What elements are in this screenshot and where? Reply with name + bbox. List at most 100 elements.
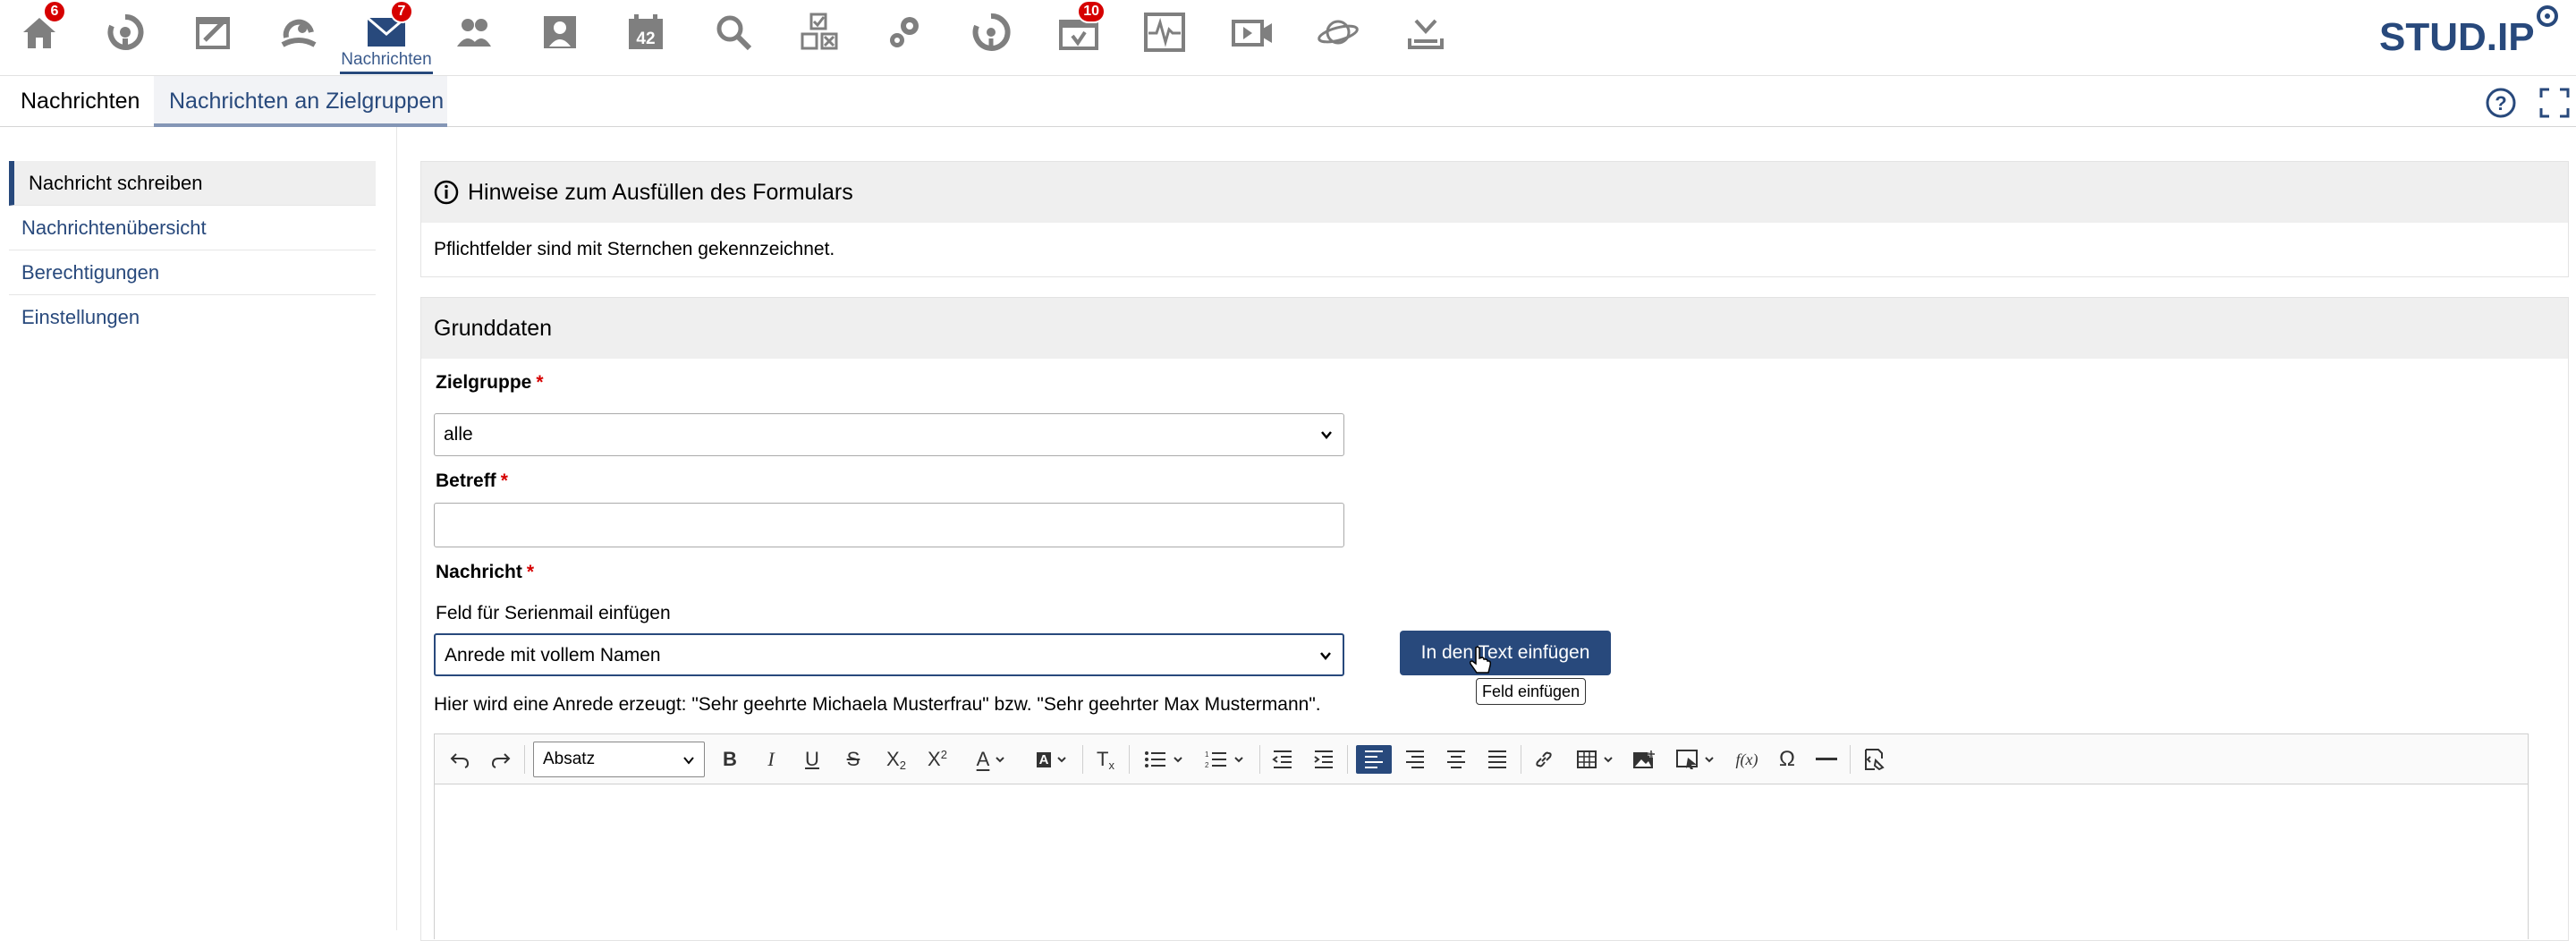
sidebar-item-write-message[interactable]: Nachricht schreiben [9,161,376,206]
profile-icon[interactable] [533,5,587,59]
format-select[interactable]: Absatz [533,742,705,777]
required-marker: * [536,372,544,393]
bulleted-list-icon[interactable] [1138,745,1190,774]
special-characters-icon[interactable]: Ω [1773,745,1801,774]
target-group-label-text: Zielgruppe [436,372,532,393]
formula-icon[interactable]: f(x) [1730,745,1764,774]
form-section-header: Grunddaten [421,298,2568,359]
calendar-icon[interactable]: 42 [619,5,673,59]
serial-field-label: Feld für Serienmail einfügen [436,603,671,623]
svg-text:2: 2 [1205,761,1209,769]
align-justify-icon[interactable] [1483,745,1512,774]
tasks-icon[interactable] [792,5,846,59]
insert-field-tooltip: Feld einfügen [1476,678,1587,705]
background-color-icon[interactable]: A [1030,745,1073,774]
hint-box-title: Hinweise zum Ausfüllen des Formulars [468,180,853,205]
sidebar-item-message-overview[interactable]: Nachrichtenübersicht [9,206,376,250]
support-icon[interactable] [964,5,1018,59]
editor-toolbar: Absatz B I U S X2 X2 A A Tx 12 f(x) Ω [435,734,2528,784]
horizontal-line-icon[interactable] [1812,745,1841,774]
subject-input[interactable] [434,503,1344,547]
chevron-down-icon [1321,431,1332,439]
redo-icon[interactable] [487,745,515,774]
target-group-select[interactable]: alle [434,413,1344,456]
italic-icon[interactable]: I [757,745,785,774]
link-icon[interactable] [1530,745,1558,774]
top-navigation: 6 7 Nachrichten 42 10 STUD.IP [0,0,2576,75]
sidebar-item-permissions[interactable]: Berechtigungen [9,250,376,295]
target-group-label: Zielgruppe * [436,372,544,394]
download-icon[interactable] [1399,5,1453,59]
source-code-icon[interactable] [1859,745,1891,774]
sidebar-item-settings[interactable]: Einstellungen [9,295,376,340]
toolbar-separator [524,745,525,774]
outdent-icon[interactable] [1268,745,1297,774]
chevron-down-icon [1320,652,1331,660]
tab-messages-target-groups[interactable]: Nachrichten an Zielgruppen [154,76,447,127]
home-badge: 6 [43,0,66,23]
insert-media-icon[interactable] [1669,745,1721,774]
tab-bar: Nachrichten Nachrichten an Zielgruppen ? [0,75,2576,127]
toolbar-separator [1082,745,1083,774]
undo-icon[interactable] [445,745,474,774]
hand-cursor-icon [1470,646,1492,674]
nav-active-label: Nachrichten [341,50,432,69]
serial-field-select[interactable]: Anrede mit vollem Namen [434,633,1344,676]
required-marker: * [500,470,508,491]
bold-icon[interactable]: B [716,745,744,774]
insert-image-icon[interactable] [1628,745,1660,774]
logo-text: STUD.IP [2379,15,2535,59]
serial-field-hint: Hier wird eine Anrede erzeugt: "Sehr gee… [434,694,1321,715]
remove-format-icon[interactable]: Tx [1091,745,1120,774]
required-marker: * [526,562,535,582]
insert-into-text-button[interactable]: In den Text einfügen [1400,631,1611,675]
nav-active-indicator [340,72,433,74]
superscript-icon[interactable]: X2 [921,745,953,774]
svg-text:42: 42 [636,30,655,48]
chevron-down-icon [683,757,694,765]
studip-logo[interactable]: STUD.IP [2379,5,2558,59]
toolbar-separator [1850,745,1851,774]
schedule-icon[interactable] [186,5,240,59]
message-label-text: Nachricht [436,562,522,582]
svg-text:?: ? [2495,92,2506,114]
toolbar-separator [1259,745,1260,774]
table-icon[interactable] [1571,745,1619,774]
courses-icon[interactable] [98,5,152,59]
form-section-title: Grunddaten [434,316,553,341]
serial-field-value: Anrede mit vollem Namen [445,645,661,665]
messages-badge: 7 [390,0,413,23]
numbered-list-icon[interactable]: 12 [1199,745,1250,774]
toolbar-separator [1129,745,1130,774]
font-color-icon[interactable]: A [970,745,1013,774]
editor-content-area[interactable] [435,784,2528,940]
contacts-icon[interactable] [447,5,501,59]
video-icon[interactable] [1225,5,1279,59]
fullscreen-icon[interactable] [2538,87,2571,119]
info-icon [434,180,459,205]
underline-icon[interactable]: U [798,745,826,774]
hint-box: Hinweise zum Ausfüllen des Formulars Pfl… [420,161,2569,277]
tools-badge: 10 [1077,0,1106,23]
home-icon[interactable]: 6 [13,0,66,59]
planet-icon[interactable] [1311,5,1365,59]
activity-icon[interactable] [1138,5,1191,59]
indent-icon[interactable] [1309,745,1338,774]
help-icon[interactable]: ? [2485,87,2517,119]
admin-icon[interactable] [878,5,932,59]
search-icon[interactable] [707,5,760,59]
tools-icon[interactable]: 10 [1052,0,1106,59]
align-center-icon[interactable] [1442,745,1470,774]
sidebar: Nachricht schreiben Nachrichtenübersicht… [0,127,397,930]
tab-messages[interactable]: Nachrichten [21,76,140,127]
message-editor: Absatz B I U S X2 X2 A A Tx 12 f(x) Ω [434,733,2529,940]
toolbar-separator [1347,745,1348,774]
align-right-icon[interactable] [1401,745,1429,774]
subscript-icon[interactable]: X2 [880,745,912,774]
target-group-value: alle [444,424,473,445]
align-left-icon[interactable] [1356,745,1392,774]
strikethrough-icon[interactable]: S [839,745,868,774]
format-select-value: Absatz [543,750,596,768]
hint-box-text: Pflichtfelder sind mit Sternchen gekennz… [434,239,835,259]
subject-label: Betreff * [436,470,508,492]
